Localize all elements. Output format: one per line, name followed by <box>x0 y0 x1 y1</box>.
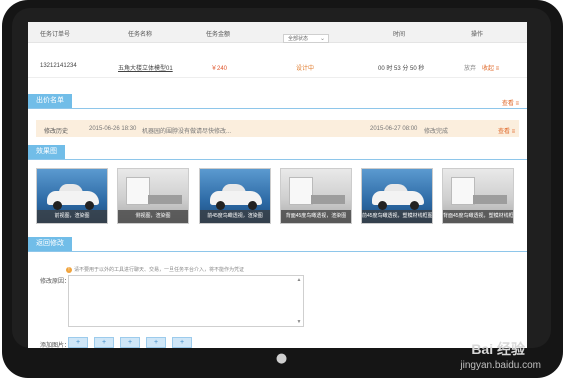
monitor-frame: 任务订单号 任务名称 任务金额 时间 操作 全部状态 ⌄ 13212141234… <box>0 0 565 381</box>
render-caption: 前视图，渲染图 <box>37 210 107 223</box>
render-thumbnail[interactable]: 背面45度鸟瞰透视，渲染图 <box>280 168 352 224</box>
action-collapse-link[interactable]: 收起 ≡ <box>482 63 499 72</box>
render-thumbnail[interactable]: 背面45度鸟瞰透视，塑模材线框图 <box>442 168 514 224</box>
add-image-button[interactable]: + <box>172 337 192 348</box>
reason-textarea[interactable]: ▲ ▼ <box>68 275 304 327</box>
history-date-2: 2015-06-27 08:00 <box>370 126 418 132</box>
section-revise: 返回修改 <box>28 237 527 252</box>
cell-countdown: 00 时 53 分 50 秒 <box>378 66 425 72</box>
render-caption: 前45度鸟瞰透视，塑模材线框图 <box>362 210 432 223</box>
section-title-bid-list: 出价名单 <box>28 94 72 108</box>
scroll-up-icon[interactable]: ▲ <box>296 277 302 283</box>
status-filter-value: 全部状态 <box>288 36 309 42</box>
history-label: 修改历史 <box>44 129 69 135</box>
header-amount: 任务金额 <box>206 32 231 38</box>
history-more-link[interactable]: 查看 ≡ <box>498 126 515 135</box>
section-title-renders: 效果图 <box>28 145 65 159</box>
render-thumbnails: 前视图，渲染图 侧视图，渲染图 前45度鸟瞰透视，渲染图 背面45度鸟瞰透视，渲… <box>36 168 520 224</box>
section-bid-list: 出价名单 查看 ≡ <box>28 94 527 109</box>
add-image-button[interactable]: + <box>94 337 114 348</box>
apple-logo-icon: ● <box>275 351 288 366</box>
cell-status: 设计中 <box>296 66 315 72</box>
table-header: 任务订单号 任务名称 任务金额 时间 操作 <box>28 22 527 43</box>
warning-tip: ! 请不要用于以外的工具进行聊天、交易，一旦任务平台介入，将不能作为凭证 <box>66 266 244 273</box>
render-caption: 背面45度鸟瞰透视，渲染图 <box>281 210 351 223</box>
history-note-2: 修改完成 <box>424 129 449 135</box>
room-image-icon <box>126 177 150 205</box>
section-renders: 效果图 <box>28 145 527 160</box>
section-title-revise: 返回修改 <box>28 237 72 251</box>
bid-list-more-link[interactable]: 查看 ≡ <box>502 98 519 107</box>
history-note-1: 机器园的围脖没有做请尽快修改... <box>142 129 232 135</box>
warning-icon: ! <box>66 267 72 273</box>
reason-label: 修改原因： <box>40 279 71 285</box>
add-image-button[interactable]: + <box>120 337 140 348</box>
history-date-1: 2015-06-26 18:30 <box>89 126 137 132</box>
add-image-label: 添加图片： <box>40 343 71 348</box>
add-image-button[interactable]: + <box>146 337 166 348</box>
scroll-down-icon[interactable]: ▼ <box>296 319 302 325</box>
render-thumbnail[interactable]: 侧视图，渲染图 <box>117 168 189 224</box>
chevron-down-icon: ⌄ <box>319 36 325 42</box>
room-image-icon <box>289 177 313 205</box>
render-caption: 侧视图，渲染图 <box>118 210 188 223</box>
header-task-name: 任务名称 <box>128 32 153 38</box>
add-image-button[interactable]: + <box>68 337 88 348</box>
header-action: 操作 <box>471 32 484 38</box>
cell-task-name-link[interactable]: 五角大楼立体模型01 <box>118 63 173 72</box>
warning-tip-text: 请不要用于以外的工具进行聊天、交易，一旦任务平台介入，将不能作为凭证 <box>74 267 245 273</box>
header-time: 时间 <box>393 32 406 38</box>
cell-amount: ￥240 <box>211 66 228 72</box>
render-caption: 背面45度鸟瞰透视，塑模材线框图 <box>443 210 513 223</box>
watermark-logo: Bai 经验 <box>471 341 525 357</box>
status-filter-select[interactable]: 全部状态 ⌄ <box>283 34 329 43</box>
screen: 任务订单号 任务名称 任务金额 时间 操作 全部状态 ⌄ 13212141234… <box>28 22 527 348</box>
watermark-url: jingyan.baidu.com <box>460 360 541 371</box>
render-thumbnail[interactable]: 前视图，渲染图 <box>36 168 108 224</box>
table-row: 13212141234 五角大楼立体模型01 ￥240 设计中 00 时 53 … <box>28 55 527 78</box>
action-delete-link[interactable]: 放弃 <box>464 63 476 72</box>
room-image-icon <box>451 177 475 205</box>
render-caption: 前45度鸟瞰透视，渲染图 <box>200 210 270 223</box>
header-order-no: 任务订单号 <box>40 32 71 38</box>
cell-order-no: 13212141234 <box>40 63 77 69</box>
history-row: 修改历史 2015-06-26 18:30 机器园的围脖没有做请尽快修改... … <box>36 120 519 137</box>
render-thumbnail[interactable]: 前45度鸟瞰透视，塑模材线框图 <box>361 168 433 224</box>
render-thumbnail[interactable]: 前45度鸟瞰透视，渲染图 <box>199 168 271 224</box>
